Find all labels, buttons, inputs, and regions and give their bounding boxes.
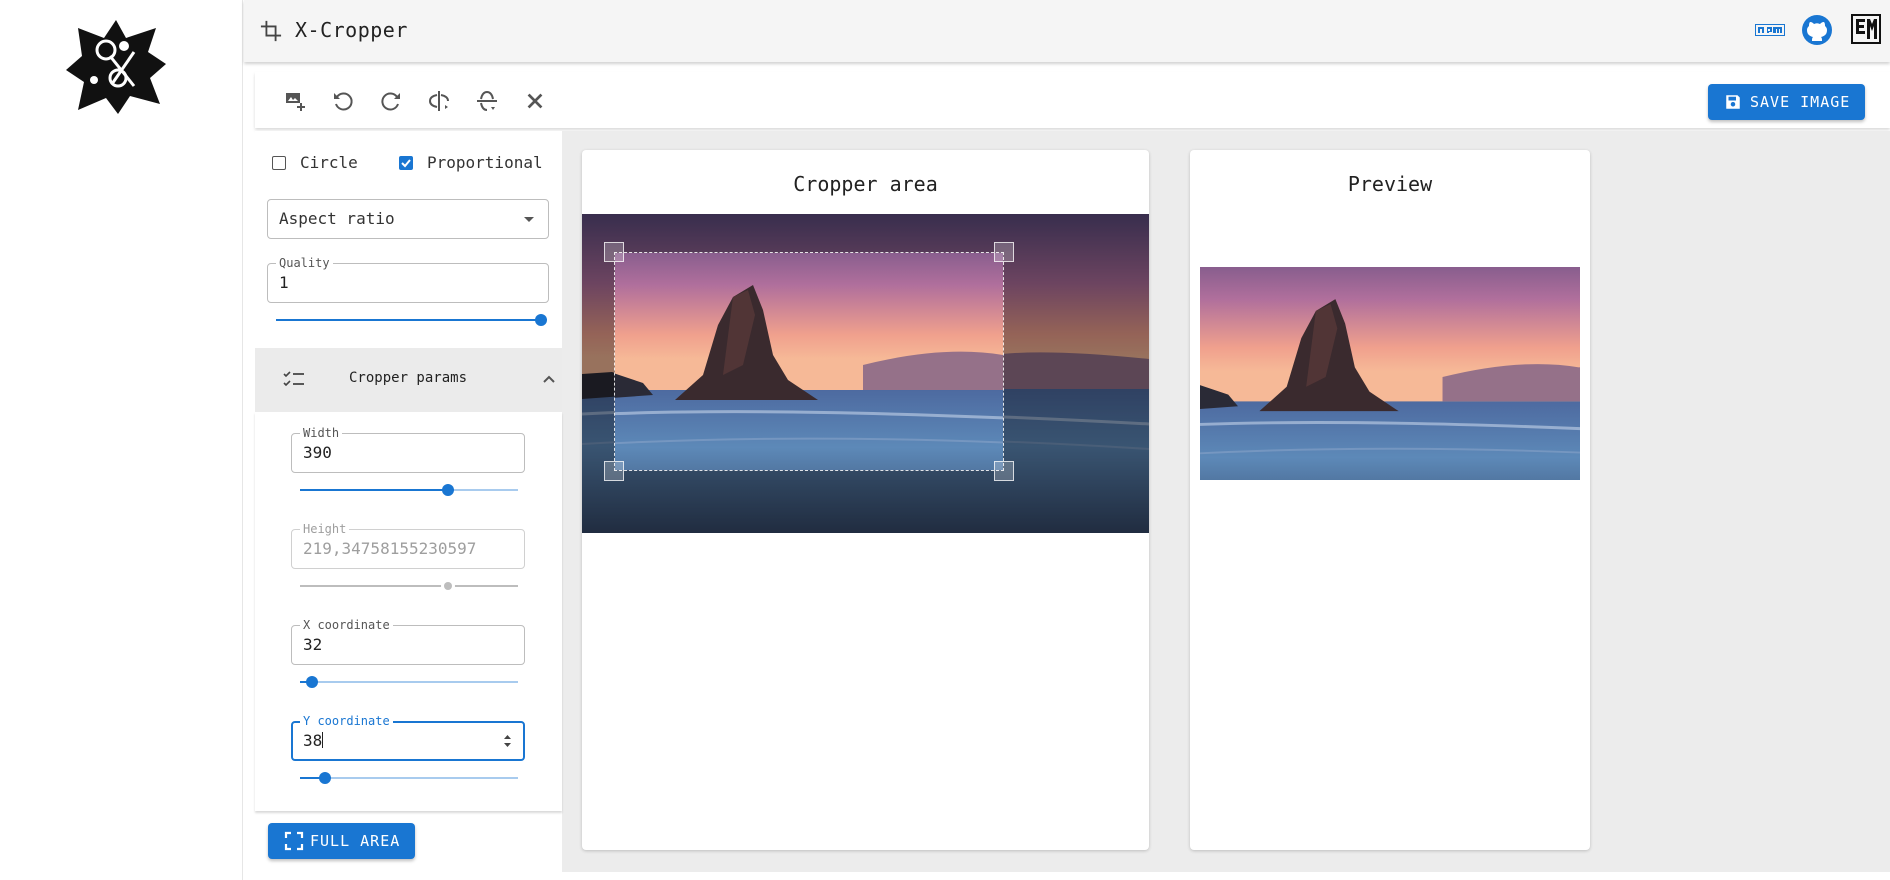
y-coordinate-label: Y coordinate xyxy=(300,714,393,728)
quality-field[interactable]: Quality 1 xyxy=(267,256,549,303)
y-coordinate-value[interactable]: 38 xyxy=(303,731,324,750)
logo-column xyxy=(0,0,243,880)
preview-seascape xyxy=(1200,267,1580,480)
chevron-up-icon[interactable] xyxy=(542,374,556,384)
cropper-image[interactable] xyxy=(582,214,1149,533)
quality-label: Quality xyxy=(276,256,333,270)
x-slider-thumb[interactable] xyxy=(305,676,318,688)
x-coordinate-label: X coordinate xyxy=(300,618,393,632)
cropper-params-body: Width 390 Height 219,34758155230597 X co… xyxy=(255,412,562,811)
width-field[interactable]: Width 390 xyxy=(291,426,525,473)
text-cursor xyxy=(322,732,324,748)
width-slider-thumb[interactable] xyxy=(442,484,455,496)
app-bar: X-Cropper xyxy=(244,0,1890,62)
crop-selection-box[interactable] xyxy=(614,252,1004,471)
save-icon xyxy=(1726,95,1740,109)
cropper-params-label: Cropper params xyxy=(349,370,468,386)
close-button[interactable] xyxy=(522,88,548,114)
save-image-label: SAVE IMAGE xyxy=(1750,93,1851,111)
flip-vertical-button[interactable] xyxy=(474,88,500,114)
github-icon[interactable] xyxy=(1801,14,1833,46)
x-slider-rail xyxy=(300,681,518,683)
crop-handle-bottom-right[interactable] xyxy=(994,461,1014,481)
x-cropper-logo xyxy=(66,20,166,114)
npm-icon[interactable] xyxy=(1755,24,1785,36)
y-coordinate-slider[interactable] xyxy=(300,772,518,784)
y-slider-rail xyxy=(300,777,518,779)
options-panel: Circle Proportional Aspect ratio Quality… xyxy=(255,131,562,811)
save-image-button[interactable]: SAVE IMAGE xyxy=(1708,84,1865,120)
rotate-left-icon xyxy=(334,92,353,111)
y-coordinate-text: 38 xyxy=(303,731,323,750)
x-coordinate-field[interactable]: X coordinate 32 xyxy=(291,618,525,665)
y-coordinate-field[interactable]: Y coordinate 38 xyxy=(291,714,525,761)
rotate-right-button[interactable] xyxy=(378,88,404,114)
height-slider-rail xyxy=(300,585,518,587)
flip-vertical-icon xyxy=(477,90,497,111)
flip-horizontal-button[interactable] xyxy=(426,88,452,114)
crop-selection-image xyxy=(615,253,1003,470)
x-coordinate-slider[interactable] xyxy=(300,676,518,688)
em-icon[interactable] xyxy=(1851,14,1881,44)
preview-title: Preview xyxy=(1347,172,1433,196)
x-coordinate-value[interactable]: 32 xyxy=(303,635,322,654)
add-image-icon xyxy=(286,93,305,111)
proportional-checkbox[interactable]: Proportional xyxy=(399,153,543,172)
checklist-icon xyxy=(283,371,304,387)
width-slider-track xyxy=(300,489,449,491)
cropper-title: Cropper area xyxy=(793,172,938,196)
height-field: Height 219,34758155230597 xyxy=(291,522,525,569)
quality-slider-thumb[interactable] xyxy=(535,314,547,326)
circle-checkbox-label: Circle xyxy=(300,153,358,172)
toolbar: SAVE IMAGE xyxy=(255,72,1890,128)
width-slider[interactable] xyxy=(300,484,518,496)
crop-icon xyxy=(260,20,282,42)
caret-down-icon xyxy=(524,217,534,222)
quality-slider[interactable] xyxy=(276,314,547,326)
crop-handle-top-right[interactable] xyxy=(994,242,1014,262)
preview-card: Preview xyxy=(1190,150,1590,850)
crop-handle-bottom-left[interactable] xyxy=(604,461,624,481)
proportional-checkbox-box[interactable] xyxy=(399,155,413,170)
rotate-left-button[interactable] xyxy=(330,88,356,114)
add-image-button[interactable] xyxy=(282,88,308,114)
circle-checkbox[interactable]: Circle xyxy=(272,153,358,172)
height-slider xyxy=(300,580,518,592)
height-value: 219,34758155230597 xyxy=(303,539,477,558)
cropper-params-header[interactable]: Cropper params xyxy=(255,348,562,412)
circle-checkbox-box[interactable] xyxy=(272,155,286,170)
width-value[interactable]: 390 xyxy=(303,443,332,462)
full-area-label: FULL AREA xyxy=(310,832,401,850)
height-slider-thumb xyxy=(444,582,453,590)
fullscreen-icon xyxy=(284,831,304,851)
quality-value[interactable]: 1 xyxy=(279,273,289,292)
proportional-checkbox-label: Proportional xyxy=(427,153,543,172)
aspect-ratio-placeholder: Aspect ratio xyxy=(279,209,395,228)
check-icon xyxy=(401,158,411,167)
aspect-ratio-select[interactable]: Aspect ratio xyxy=(267,199,549,239)
cropper-card: Cropper area xyxy=(582,150,1149,850)
quality-slider-track xyxy=(276,319,541,321)
close-icon xyxy=(527,93,543,109)
app-title: X-Cropper xyxy=(295,18,408,42)
preview-image xyxy=(1200,267,1580,480)
full-area-button[interactable]: FULL AREA xyxy=(268,823,415,859)
width-label: Width xyxy=(300,426,343,440)
flip-horizontal-icon xyxy=(428,91,449,111)
crop-handle-top-left[interactable] xyxy=(604,242,624,262)
rotate-right-icon xyxy=(381,92,400,111)
number-spinner-icon[interactable] xyxy=(503,733,512,749)
y-slider-thumb[interactable] xyxy=(319,772,332,784)
height-label: Height xyxy=(300,522,350,536)
